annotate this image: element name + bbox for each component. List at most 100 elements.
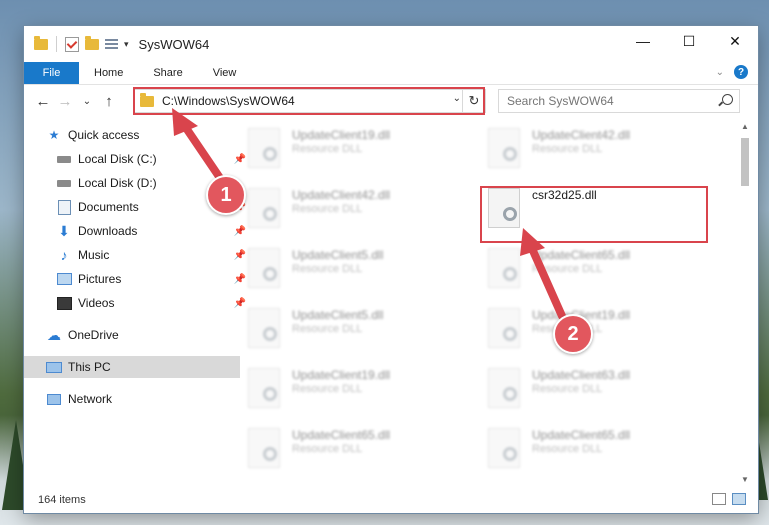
sidebar-item-label: Local Disk (C:) (78, 152, 157, 166)
help-icon[interactable]: ? (734, 65, 748, 79)
cloud-icon: ☁ (47, 326, 61, 343)
item-count: 164 items (38, 494, 86, 506)
sidebar-item-network[interactable]: Network (24, 388, 240, 410)
file-name: UpdateClient19.dll (292, 368, 391, 382)
sidebar-item-quick-access[interactable]: ★ Quick access (24, 124, 240, 146)
sidebar-item-label: Documents (78, 200, 139, 214)
star-icon: ★ (48, 128, 60, 142)
folder-icon[interactable] (34, 35, 48, 50)
music-icon: ♪ (60, 247, 68, 263)
sidebar-item-label: Music (78, 248, 110, 262)
sidebar-item-videos[interactable]: Videos 📌 (24, 292, 250, 314)
sidebar-item-this-pc[interactable]: This PC (24, 356, 240, 378)
expand-ribbon-icon[interactable]: ⌄ (716, 67, 724, 78)
tab-share[interactable]: Share (138, 62, 197, 84)
computer-icon (46, 360, 62, 374)
customize-toolbar-icon[interactable]: ▾ (124, 39, 129, 50)
search-box[interactable] (498, 89, 740, 113)
dll-file-icon (248, 428, 280, 468)
forward-button[interactable]: → (54, 93, 76, 110)
sidebar-item-local-disk-c[interactable]: Local Disk (C:) 📌 (24, 148, 250, 170)
file-name: UpdateClient65.dll (292, 428, 391, 442)
status-bar: 164 items (24, 487, 758, 513)
file-item[interactable]: UpdateClient5.dll Resource DLL (240, 302, 450, 354)
sidebar-item-pictures[interactable]: Pictures 📌 (24, 268, 250, 290)
new-folder-icon[interactable] (85, 35, 99, 50)
sidebar-item-label: Videos (78, 296, 115, 310)
title-bar: ▾ SysWOW64 — ☐ ✕ (24, 26, 758, 62)
dll-file-icon (488, 368, 520, 408)
sidebar-item-music[interactable]: ♪ Music 📌 (24, 244, 250, 266)
file-name: UpdateClient42.dll (292, 188, 391, 202)
file-name: UpdateClient65.dll (532, 428, 631, 442)
sidebar-item-label: Downloads (78, 224, 138, 238)
drive-icon (56, 176, 72, 190)
file-type: Resource DLL (532, 263, 603, 275)
vertical-scrollbar[interactable]: ▲ ▼ (738, 122, 752, 487)
sidebar-item-label: Network (68, 392, 113, 406)
network-icon (46, 392, 62, 406)
drive-icon (56, 152, 72, 166)
minimize-button[interactable]: — (620, 26, 666, 56)
file-type: Resource DLL (532, 443, 603, 455)
scrollbar-thumb[interactable] (741, 138, 749, 186)
dll-file-icon (248, 128, 280, 168)
file-type: Resource DLL (292, 443, 363, 455)
quick-access-toolbar: ▾ (34, 35, 129, 52)
file-type: Resource DLL (292, 323, 363, 335)
maximize-button[interactable]: ☐ (666, 26, 712, 56)
properties-check-icon[interactable] (65, 36, 79, 52)
scroll-down-icon[interactable]: ▼ (738, 475, 752, 487)
dll-file-icon (488, 428, 520, 468)
file-item[interactable]: UpdateClient63.dll Resource DLL (480, 362, 690, 414)
dll-file-icon (248, 368, 280, 408)
file-name: UpdateClient63.dll (532, 368, 631, 382)
recent-locations-button[interactable]: ⌄ (76, 96, 98, 107)
file-type: Resource DLL (532, 383, 603, 395)
scroll-up-icon[interactable]: ▲ (738, 122, 752, 134)
file-name: UpdateClient5.dll (292, 248, 384, 262)
file-item[interactable]: UpdateClient42.dll Resource DLL (480, 122, 690, 174)
window-title: SysWOW64 (138, 36, 210, 52)
file-list: UpdateClient19.dll Resource DLL UpdateCl… (240, 122, 730, 487)
search-input[interactable] (505, 93, 709, 109)
file-item[interactable]: UpdateClient42.dll Resource DLL (240, 182, 450, 234)
file-item[interactable]: UpdateClient19.dll Resource DLL (240, 362, 450, 414)
file-name: UpdateClient42.dll (532, 128, 631, 142)
file-item[interactable]: UpdateClient65.dll Resource DLL (480, 242, 690, 294)
file-item[interactable]: UpdateClient65.dll Resource DLL (240, 422, 450, 474)
dll-file-icon (488, 308, 520, 348)
details-view-icon[interactable] (712, 493, 726, 505)
ribbon-tabs: File Home Share View ⌄ ? (24, 62, 758, 85)
address-highlight-box (133, 87, 485, 115)
close-button[interactable]: ✕ (712, 26, 758, 56)
videos-icon (56, 296, 72, 310)
file-highlight-box (480, 186, 708, 243)
sidebar-item-label: Quick access (68, 128, 140, 142)
dll-file-icon (248, 188, 280, 228)
sidebar-item-label: OneDrive (68, 328, 119, 342)
file-type: Resource DLL (532, 143, 603, 155)
rename-icon[interactable] (105, 38, 118, 51)
callout-2: 2 (553, 314, 593, 354)
tab-view[interactable]: View (198, 62, 252, 84)
back-button[interactable]: ← (32, 93, 54, 110)
large-icons-view-icon[interactable] (732, 493, 746, 505)
search-icon[interactable] (722, 94, 733, 105)
tab-home[interactable]: Home (79, 62, 138, 84)
file-item[interactable]: UpdateClient19.dll Resource DLL (240, 122, 450, 174)
sidebar-item-downloads[interactable]: ⬇ Downloads 📌 (24, 220, 250, 242)
tab-file[interactable]: File (24, 62, 79, 84)
downloads-icon: ⬇ (58, 222, 70, 239)
pictures-icon (56, 272, 72, 286)
sidebar-item-onedrive[interactable]: ☁ OneDrive (24, 324, 240, 346)
dll-file-icon (248, 248, 280, 288)
file-type: Resource DLL (292, 383, 363, 395)
file-item[interactable]: UpdateClient5.dll Resource DLL (240, 242, 450, 294)
sidebar-item-label: This PC (68, 360, 111, 374)
sidebar-item-label: Pictures (78, 272, 122, 286)
file-item[interactable]: UpdateClient65.dll Resource DLL (480, 422, 690, 474)
up-button[interactable]: ↑ (98, 93, 120, 110)
file-type: Resource DLL (292, 143, 363, 155)
dll-file-icon (248, 308, 280, 348)
